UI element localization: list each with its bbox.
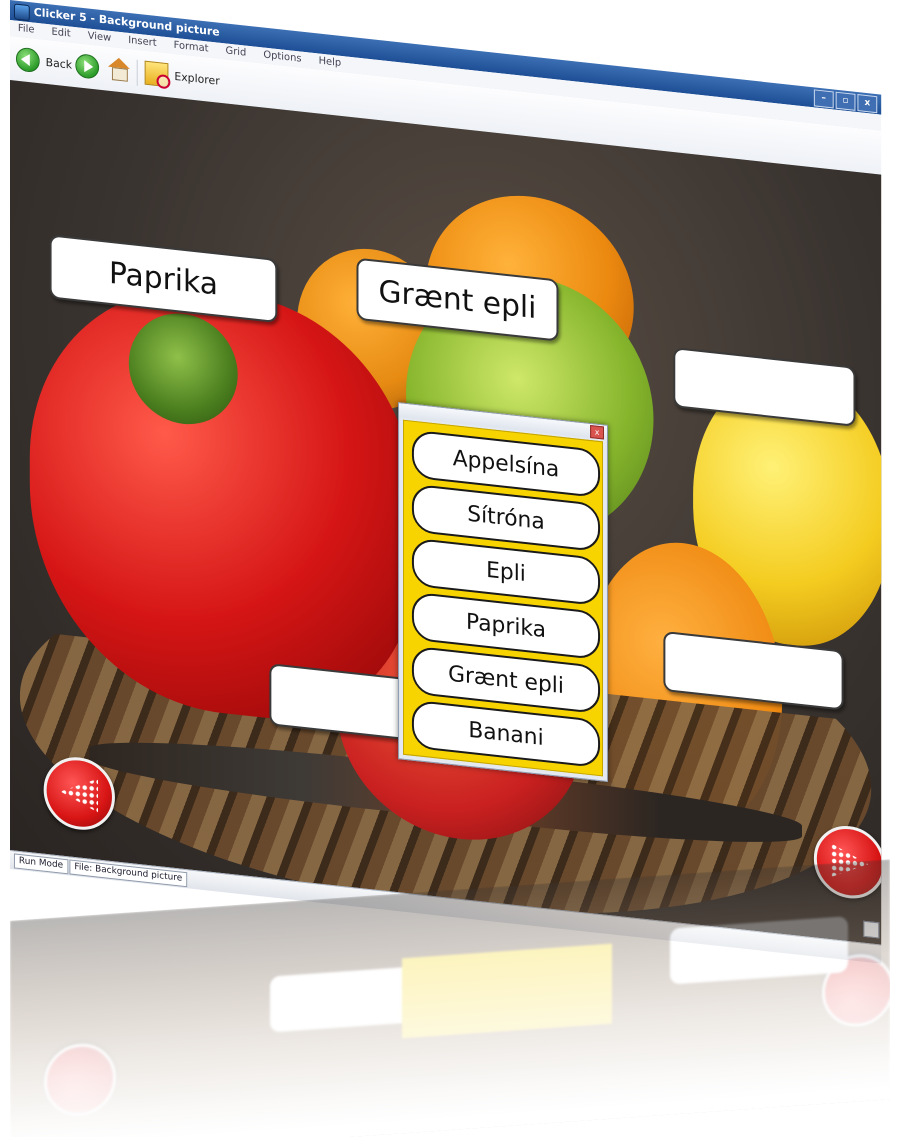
explorer-label: Explorer [174,69,220,88]
back-button[interactable]: Back [15,46,73,77]
label-paprika[interactable]: Paprika [49,234,278,324]
popup-close-button[interactable]: x [590,425,604,440]
status-run-mode[interactable]: Run Mode [13,853,69,875]
maximize-button[interactable]: ▫ [835,91,856,111]
word-list-popup: x Appelsína Sítróna Epli Paprika Grænt e… [398,402,608,782]
background-picture-stage: Paprika Grænt epli x Appelsína Sítróna E… [10,80,882,945]
menu-help[interactable]: Help [319,56,342,69]
reflected-popup [402,943,612,1039]
menu-format[interactable]: Format [174,40,209,55]
menu-insert[interactable]: Insert [128,35,156,49]
forward-arrow-icon [75,53,100,80]
menu-view[interactable]: View [88,30,111,44]
back-label: Back [45,55,73,72]
reflected-next-button [822,951,890,1029]
forward-button[interactable] [75,53,100,80]
minimize-button[interactable]: – [813,89,834,109]
menu-grid[interactable]: Grid [226,45,247,58]
empty-label-lemon[interactable] [673,347,856,427]
menu-options[interactable]: Options [263,50,301,65]
toolbar-separator [136,59,138,86]
menu-edit[interactable]: Edit [52,27,71,40]
explorer-icon [144,60,169,88]
back-arrow-icon [15,46,40,74]
screenshot-scene: Clicker 5 - Background picture – ▫ x Fil… [0,0,906,1137]
close-button[interactable]: x [857,94,878,114]
home-button[interactable] [107,57,131,82]
reflected-empty-label [270,962,476,1033]
application-window: Clicker 5 - Background picture – ▫ x Fil… [10,0,882,985]
app-icon [13,3,30,22]
reflected-empty-label [670,916,848,985]
popup-word-grid: Appelsína Sítróna Epli Paprika Grænt epl… [403,419,604,777]
menu-file[interactable]: File [18,23,35,36]
dotted-left-arrow-icon [60,774,98,812]
reflected-previous-button [44,1041,116,1119]
explorer-button[interactable]: Explorer [144,60,220,93]
home-icon [107,57,131,82]
